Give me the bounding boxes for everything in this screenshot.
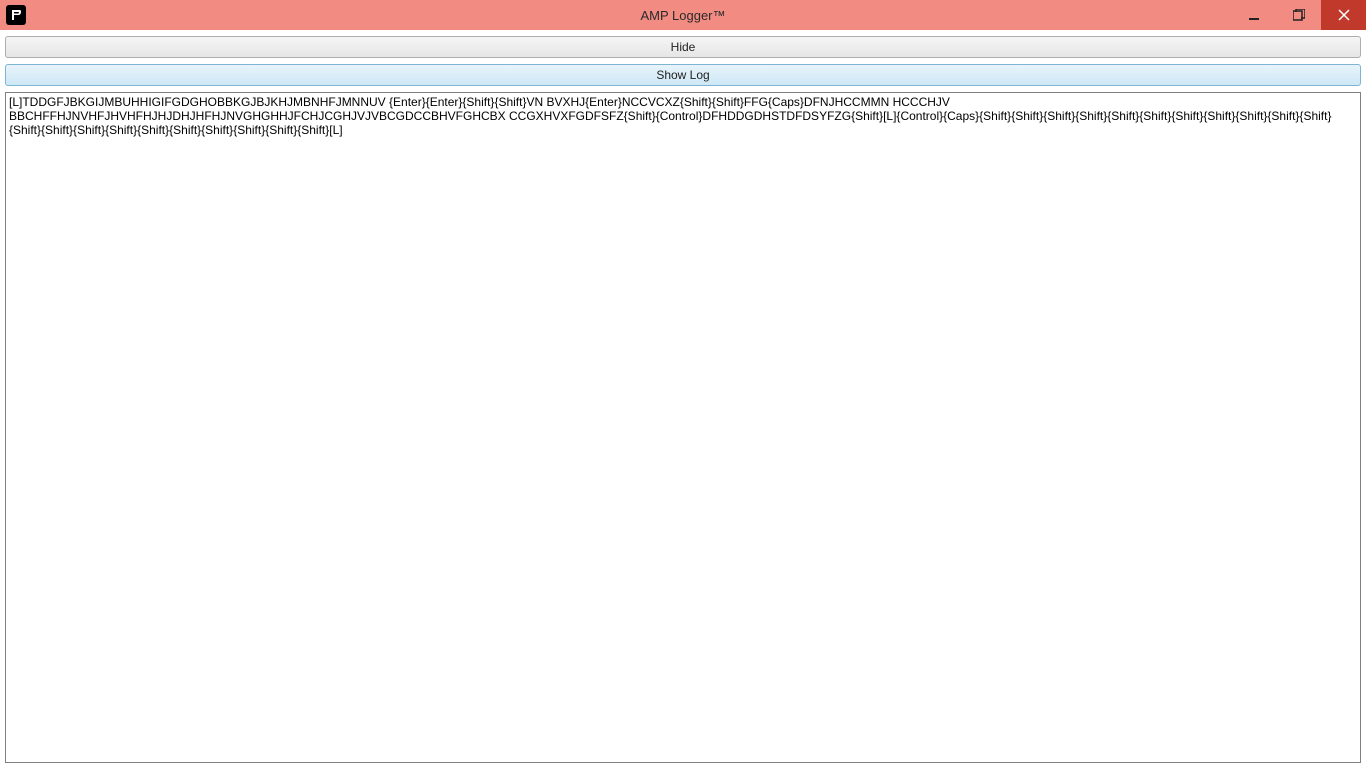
close-icon — [1338, 9, 1350, 21]
maximize-icon — [1293, 9, 1305, 21]
titlebar: AMP Logger™ — [0, 0, 1366, 30]
close-button[interactable] — [1321, 0, 1366, 30]
log-output[interactable]: [L]TDDGFJBKGIJMBUHHIGIFGDGHOBBKGJBJKHJMB… — [5, 92, 1361, 763]
hide-button[interactable]: Hide — [5, 36, 1361, 58]
app-icon — [6, 5, 26, 25]
window-controls — [1231, 0, 1366, 30]
maximize-button[interactable] — [1276, 0, 1321, 30]
show-log-button[interactable]: Show Log — [5, 64, 1361, 86]
minimize-button[interactable] — [1231, 0, 1276, 30]
toolbar: Hide Show Log — [0, 30, 1366, 88]
window-title: AMP Logger™ — [640, 8, 725, 23]
minimize-icon — [1248, 9, 1260, 21]
